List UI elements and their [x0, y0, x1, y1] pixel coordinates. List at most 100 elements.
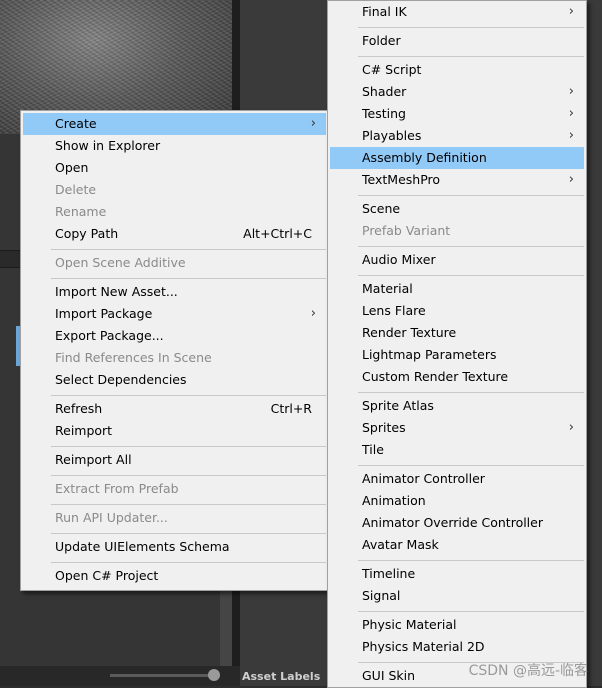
create-item-audio-mixer[interactable]: Audio Mixer	[330, 249, 584, 271]
menu-item-label: Import Package	[55, 306, 153, 321]
create-item-scene[interactable]: Scene	[330, 198, 584, 220]
create-item-folder[interactable]: Folder	[330, 30, 584, 52]
menu-item-copy-path[interactable]: Copy Path Alt+Ctrl+C	[23, 223, 326, 245]
menu-item-label: Signal	[362, 588, 401, 603]
menu-separator	[51, 446, 326, 447]
menu-item-label: Sprites	[362, 420, 406, 435]
menu-item-open-scene-additive: Open Scene Additive	[23, 252, 326, 274]
icon-size-slider[interactable]	[110, 674, 220, 677]
create-item-animation[interactable]: Animation	[330, 490, 584, 512]
chevron-right-icon: ›	[568, 84, 574, 99]
create-item-testing[interactable]: Testing ›	[330, 103, 584, 125]
create-submenu: Final IK › Folder C# Script Shader › Testing › P…	[327, 0, 587, 688]
menu-item-create[interactable]: Create ›	[23, 113, 326, 135]
create-item-avatar-mask[interactable]: Avatar Mask	[330, 534, 584, 556]
menu-item-label: Import New Asset...	[55, 284, 178, 299]
asset-labels-header: Asset Labels	[242, 670, 321, 683]
menu-item-run-api-updater: Run API Updater...	[23, 507, 326, 529]
create-item-animator-controller[interactable]: Animator Controller	[330, 468, 584, 490]
chevron-right-icon: ›	[568, 4, 574, 19]
menu-item-delete: Delete	[23, 179, 326, 201]
menu-item-label: Lens Flare	[362, 303, 426, 318]
project-scrollbar[interactable]	[220, 586, 232, 666]
menu-item-label: Copy Path	[55, 226, 119, 241]
icon-size-slider-knob[interactable]	[208, 669, 220, 681]
menu-item-reimport[interactable]: Reimport	[23, 420, 326, 442]
create-item-physic-material[interactable]: Physic Material	[330, 614, 584, 636]
menu-item-label: Folder	[362, 33, 401, 48]
menu-item-open-c-project[interactable]: Open C# Project	[23, 565, 326, 587]
menu-item-label: Lightmap Parameters	[362, 347, 497, 362]
menu-item-show-in-explorer[interactable]: Show in Explorer	[23, 135, 326, 157]
menu-item-label: Open	[55, 160, 89, 175]
menu-separator	[51, 395, 326, 396]
menu-item-import-new-asset[interactable]: Import New Asset...	[23, 281, 326, 303]
menu-separator	[51, 533, 326, 534]
create-item-textmeshpro[interactable]: TextMeshPro ›	[330, 169, 584, 191]
create-item-shader[interactable]: Shader ›	[330, 81, 584, 103]
menu-item-export-package[interactable]: Export Package...	[23, 325, 326, 347]
chevron-right-icon: ›	[568, 128, 574, 143]
menu-item-label: Select Dependencies	[55, 372, 187, 387]
menu-item-label: Animation	[362, 493, 426, 508]
menu-item-rename: Rename	[23, 201, 326, 223]
create-item-material[interactable]: Material	[330, 278, 584, 300]
menu-separator	[51, 504, 326, 505]
menu-item-label: Material	[362, 281, 413, 296]
create-item-playables[interactable]: Playables ›	[330, 125, 584, 147]
create-item-signal[interactable]: Signal	[330, 585, 584, 607]
menu-item-label: TextMeshPro	[362, 172, 441, 187]
menu-item-label: Extract From Prefab	[55, 481, 179, 496]
menu-item-refresh[interactable]: Refresh Ctrl+R	[23, 398, 326, 420]
watermark: CSDN @高远-临客	[468, 663, 588, 679]
create-item-lightmap-parameters[interactable]: Lightmap Parameters	[330, 344, 584, 366]
menu-item-label: Physics Material 2D	[362, 639, 485, 654]
project-context-menu: Create › Show in Explorer Open Delete Rename C…	[20, 110, 329, 591]
create-item-lens-flare[interactable]: Lens Flare	[330, 300, 584, 322]
chevron-right-icon: ›	[310, 306, 316, 321]
menu-item-label: Shader	[362, 84, 407, 99]
menu-separator	[358, 56, 584, 57]
menu-item-label: Open C# Project	[55, 568, 159, 583]
create-item-animator-override-controller[interactable]: Animator Override Controller	[330, 512, 584, 534]
create-item-sprites[interactable]: Sprites ›	[330, 417, 584, 439]
menu-item-import-package[interactable]: Import Package ›	[23, 303, 326, 325]
create-item-assembly-definition[interactable]: Assembly Definition	[330, 147, 584, 169]
menu-item-label: Tile	[362, 442, 384, 457]
menu-item-label: Final IK	[362, 4, 407, 19]
menu-separator	[358, 560, 584, 561]
menu-item-label: Render Texture	[362, 325, 457, 340]
create-item-c-script[interactable]: C# Script	[330, 59, 584, 81]
chevron-right-icon: ›	[310, 116, 316, 131]
menu-separator	[358, 195, 584, 196]
menu-item-shortcut: Ctrl+R	[270, 401, 312, 416]
menu-separator	[358, 465, 584, 466]
create-item-render-texture[interactable]: Render Texture	[330, 322, 584, 344]
menu-item-label: Scene	[362, 201, 401, 216]
menu-item-label: Create	[55, 116, 97, 131]
menu-separator	[51, 562, 326, 563]
create-item-tile[interactable]: Tile	[330, 439, 584, 461]
create-item-final-ik[interactable]: Final IK ›	[330, 1, 584, 23]
menu-item-update-uielements-schema[interactable]: Update UIElements Schema	[23, 536, 326, 558]
menu-separator	[358, 275, 584, 276]
menu-item-label: Open Scene Additive	[55, 255, 186, 270]
create-item-sprite-atlas[interactable]: Sprite Atlas	[330, 395, 584, 417]
menu-item-label: Assembly Definition	[362, 150, 487, 165]
create-item-physics-material-2d[interactable]: Physics Material 2D	[330, 636, 584, 658]
create-item-timeline[interactable]: Timeline	[330, 563, 584, 585]
menu-item-label: Playables	[362, 128, 422, 143]
menu-item-label: Delete	[55, 182, 97, 197]
menu-item-open[interactable]: Open	[23, 157, 326, 179]
menu-item-label: Sprite Atlas	[362, 398, 434, 413]
chevron-right-icon: ›	[568, 172, 574, 187]
menu-separator	[51, 278, 326, 279]
create-item-custom-render-texture[interactable]: Custom Render Texture	[330, 366, 584, 388]
menu-item-label: Animator Controller	[362, 471, 485, 486]
menu-item-select-dependencies[interactable]: Select Dependencies	[23, 369, 326, 391]
menu-item-reimport-all[interactable]: Reimport All	[23, 449, 326, 471]
menu-separator	[358, 246, 584, 247]
menu-item-label: Export Package...	[55, 328, 164, 343]
menu-item-label: Run API Updater...	[55, 510, 168, 525]
menu-item-label: Update UIElements Schema	[55, 539, 230, 554]
